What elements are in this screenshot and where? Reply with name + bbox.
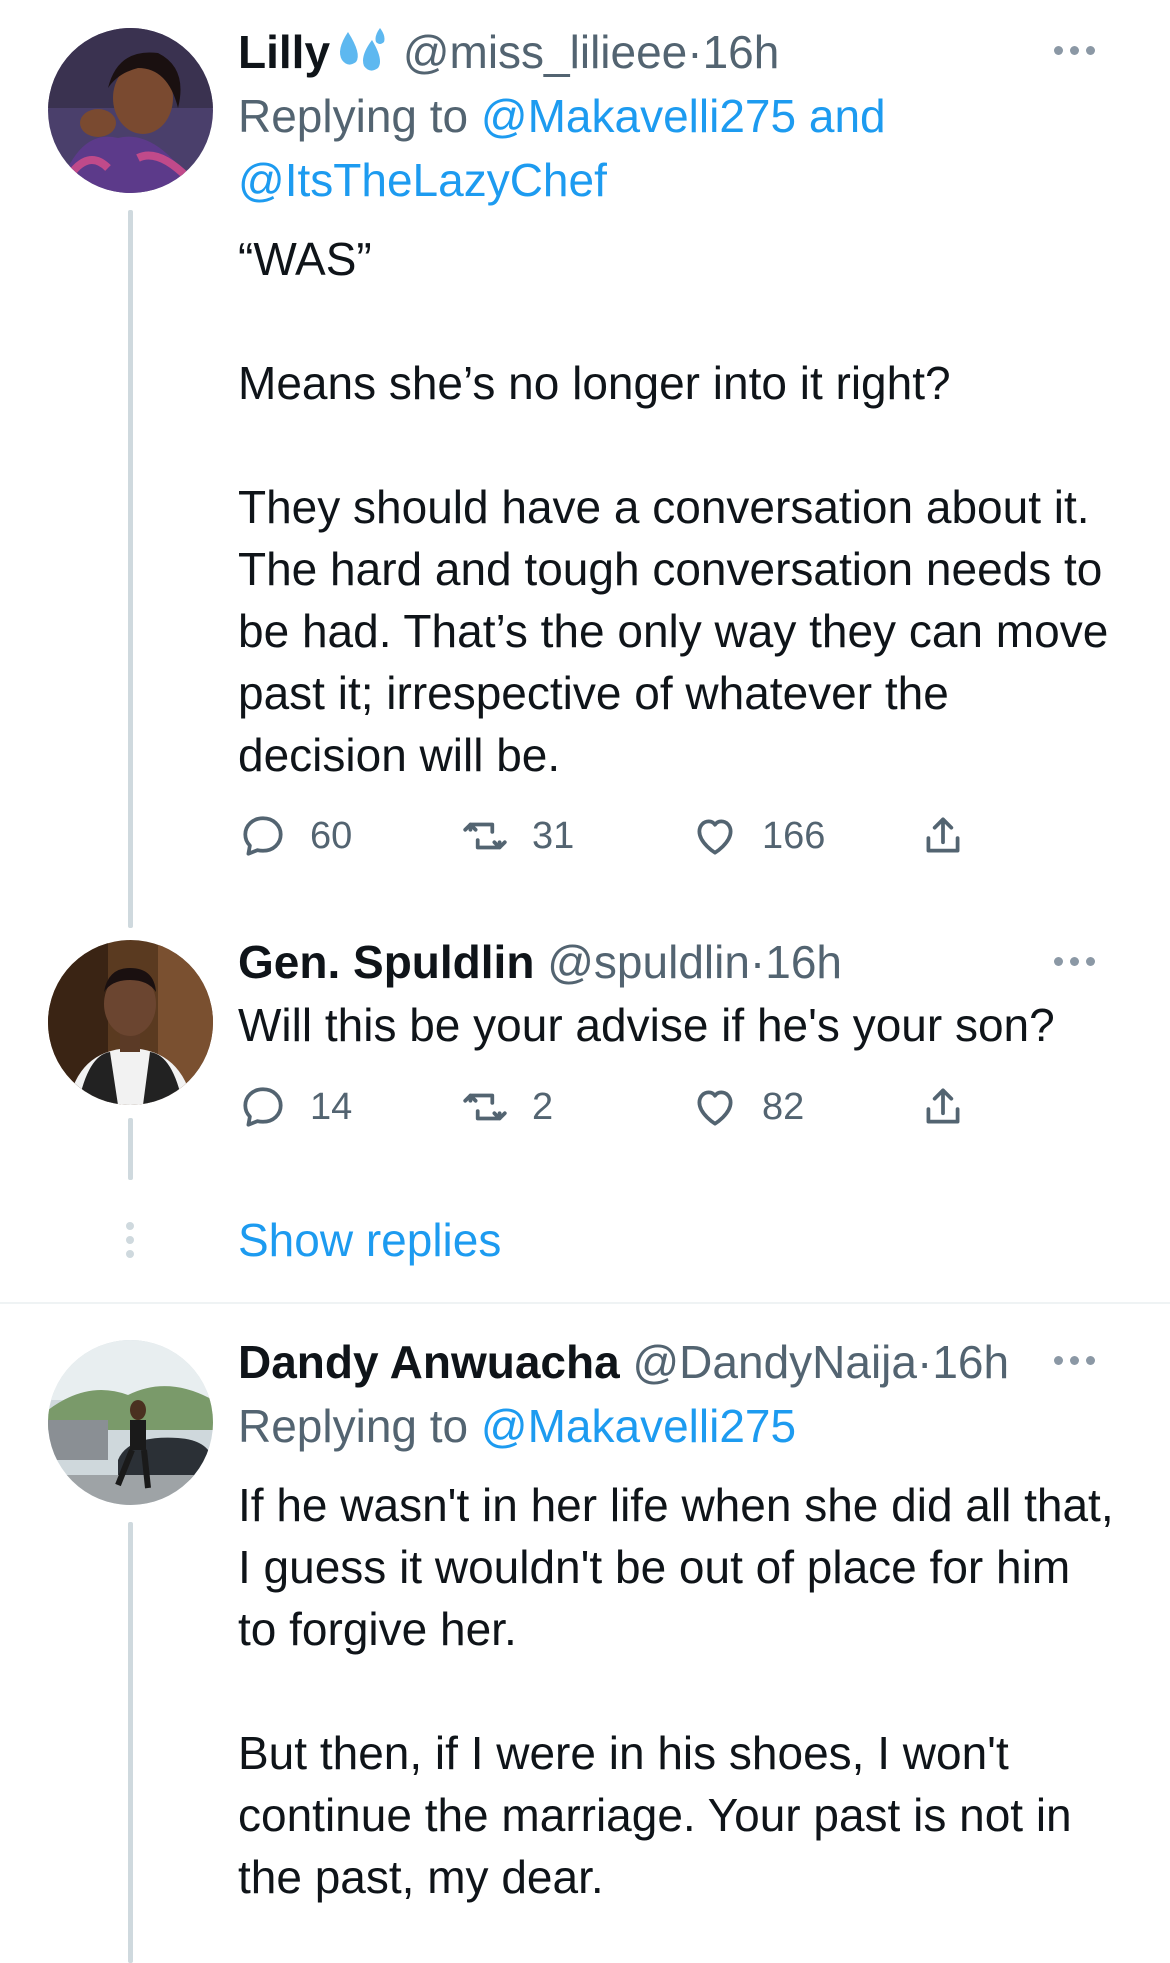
replying-prefix: Replying to bbox=[238, 1400, 481, 1452]
thread-line bbox=[128, 210, 133, 928]
separator: · bbox=[749, 936, 766, 988]
display-name[interactable]: Lilly bbox=[238, 26, 330, 78]
reply-button[interactable]: 14 bbox=[238, 1082, 352, 1132]
replying-to: Replying to @Makavelli275 and @ItsTheLaz… bbox=[238, 84, 1120, 212]
sweat-droplets-icon bbox=[340, 28, 385, 71]
separator: · bbox=[916, 1336, 933, 1388]
replying-to: Replying to @Makavelli275 bbox=[238, 1394, 1120, 1458]
tweet-paragraph: Will this be your advise if he's your so… bbox=[238, 999, 1055, 1051]
tweet-lilly[interactable]: Lilly @miss_lilieee·16h Replying to @Mak… bbox=[238, 20, 1120, 786]
retweet-icon bbox=[463, 1093, 507, 1121]
display-name[interactable]: Dandy Anwuacha bbox=[238, 1336, 620, 1388]
tweet-paragraph: If he wasn't in her life when she did al… bbox=[238, 1479, 1114, 1655]
tweet-dandy[interactable]: Dandy Anwuacha @DandyNaija·16h Replying … bbox=[238, 1330, 1120, 1908]
handle[interactable]: @spuldlin bbox=[547, 936, 750, 988]
like-button[interactable]: 166 bbox=[690, 811, 825, 861]
more-options-icon[interactable] bbox=[1054, 1352, 1114, 1372]
tweet-header: Dandy Anwuacha @DandyNaija·16h bbox=[238, 1330, 1120, 1394]
show-replies-link[interactable]: Show replies bbox=[238, 1208, 501, 1272]
thread-line bbox=[128, 1522, 133, 1963]
display-name[interactable]: Gen. Spuldlin bbox=[238, 936, 534, 988]
like-count: 166 bbox=[762, 814, 826, 857]
tweet-header: Gen. Spuldlin @spuldlin·16h bbox=[238, 930, 1120, 994]
replying-prefix: Replying to bbox=[238, 90, 481, 142]
handle[interactable]: @DandyNaija bbox=[632, 1336, 917, 1388]
tweet-header: Lilly @miss_lilieee·16h bbox=[238, 20, 1120, 84]
share-button[interactable] bbox=[918, 1082, 968, 1132]
avatar-lilly[interactable] bbox=[48, 28, 213, 193]
share-icon bbox=[926, 817, 960, 853]
timestamp[interactable]: 16h bbox=[932, 1336, 1009, 1388]
more-options-icon[interactable] bbox=[1054, 42, 1114, 62]
tweet-paragraph: But then, if I were in his shoes, I won'… bbox=[238, 1727, 1072, 1903]
heart-icon bbox=[697, 1090, 733, 1126]
like-count: 82 bbox=[762, 1085, 805, 1128]
handle[interactable]: @miss_lilieee bbox=[403, 26, 687, 78]
share-button[interactable] bbox=[918, 811, 968, 861]
tweet-spuldlin[interactable]: Gen. Spuldlin @spuldlin·16h Will this be… bbox=[238, 930, 1120, 1056]
reply-mentions[interactable]: @Makavelli275 bbox=[481, 1400, 796, 1452]
reply-count: 14 bbox=[310, 1085, 353, 1128]
thread-line bbox=[128, 1118, 133, 1180]
more-options-icon[interactable] bbox=[1054, 953, 1114, 973]
tweet-text: Will this be your advise if he's your so… bbox=[238, 994, 1120, 1056]
avatar-spuldlin[interactable] bbox=[48, 940, 213, 1105]
retweet-count: 31 bbox=[532, 814, 575, 857]
divider bbox=[0, 1302, 1170, 1304]
retweet-button[interactable]: 31 bbox=[460, 811, 574, 861]
tweet-paragraph: “WAS” bbox=[238, 233, 372, 285]
tweet-text: “WAS” Means she’s no longer into it righ… bbox=[238, 228, 1120, 786]
tweet-paragraph: They should have a conversation about it… bbox=[238, 481, 1109, 781]
heart-icon bbox=[697, 819, 733, 855]
tweet-text: If he wasn't in her life when she did al… bbox=[238, 1474, 1120, 1908]
reply-icon bbox=[243, 816, 283, 856]
separator: · bbox=[687, 26, 703, 78]
retweet-button[interactable]: 2 bbox=[460, 1082, 553, 1132]
thread-dots-icon bbox=[124, 1222, 136, 1258]
reply-button[interactable]: 60 bbox=[238, 811, 352, 861]
reply-count: 60 bbox=[310, 814, 353, 857]
retweet-count: 2 bbox=[532, 1085, 554, 1128]
timestamp[interactable]: 16h bbox=[703, 26, 780, 78]
retweet-icon bbox=[463, 822, 507, 850]
timestamp[interactable]: 16h bbox=[765, 936, 842, 988]
avatar-dandy[interactable] bbox=[48, 1340, 213, 1505]
share-icon bbox=[926, 1088, 960, 1124]
reply-icon bbox=[243, 1087, 283, 1127]
like-button[interactable]: 82 bbox=[690, 1082, 804, 1132]
tweet-paragraph: Means she’s no longer into it right? bbox=[238, 357, 951, 409]
